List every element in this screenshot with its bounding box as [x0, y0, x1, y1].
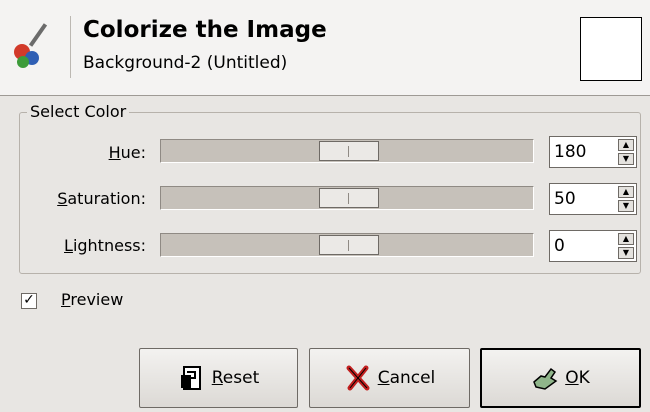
lightness-increment-icon[interactable]: ▲ — [618, 233, 634, 245]
dialog-header: Colorize the Image Background-2 (Untitle… — [0, 0, 650, 96]
saturation-value[interactable]: 50 — [554, 189, 576, 209]
hue-value[interactable]: 180 — [554, 142, 586, 162]
checkmark-icon: ✓ — [23, 292, 35, 308]
ok-hand-icon — [533, 367, 558, 390]
header-separator — [70, 16, 71, 78]
lightness-label: Lightness: — [64, 236, 146, 255]
hue-spinbox[interactable]: 180 ▲ ▼ — [549, 136, 637, 168]
lightness-slider[interactable] — [160, 233, 534, 257]
reset-button[interactable]: Reset — [139, 348, 298, 408]
color-preview-swatch — [580, 17, 642, 81]
dialog-subtitle: Background-2 (Untitled) — [83, 53, 288, 73]
hue-increment-icon[interactable]: ▲ — [618, 139, 634, 151]
reset-icon — [180, 366, 201, 390]
lightness-slider-handle[interactable] — [319, 235, 379, 255]
select-color-label: Select Color — [27, 102, 130, 121]
hue-label: Hue: — [108, 143, 146, 162]
saturation-spinbox[interactable]: 50 ▲ ▼ — [549, 183, 637, 215]
lightness-spinbox[interactable]: 0 ▲ ▼ — [549, 230, 637, 262]
saturation-label: Saturation: — [57, 189, 146, 208]
ok-button[interactable]: OK — [480, 348, 641, 408]
saturation-slider[interactable] — [160, 186, 534, 210]
cancel-x-icon — [346, 365, 370, 391]
lightness-decrement-icon[interactable]: ▼ — [618, 247, 634, 259]
hue-decrement-icon[interactable]: ▼ — [618, 153, 634, 165]
preview-checkbox[interactable]: ✓ — [21, 293, 37, 309]
preview-label[interactable]: Preview — [61, 290, 123, 309]
hue-slider-handle[interactable] — [319, 141, 379, 161]
hue-slider[interactable] — [160, 139, 534, 163]
saturation-slider-handle[interactable] — [319, 188, 379, 208]
paint-palette-icon — [14, 23, 48, 68]
dialog-title: Colorize the Image — [83, 17, 327, 43]
saturation-increment-icon[interactable]: ▲ — [618, 186, 634, 198]
lightness-value[interactable]: 0 — [554, 236, 565, 256]
saturation-decrement-icon[interactable]: ▼ — [618, 200, 634, 212]
cancel-button[interactable]: Cancel — [309, 348, 470, 408]
